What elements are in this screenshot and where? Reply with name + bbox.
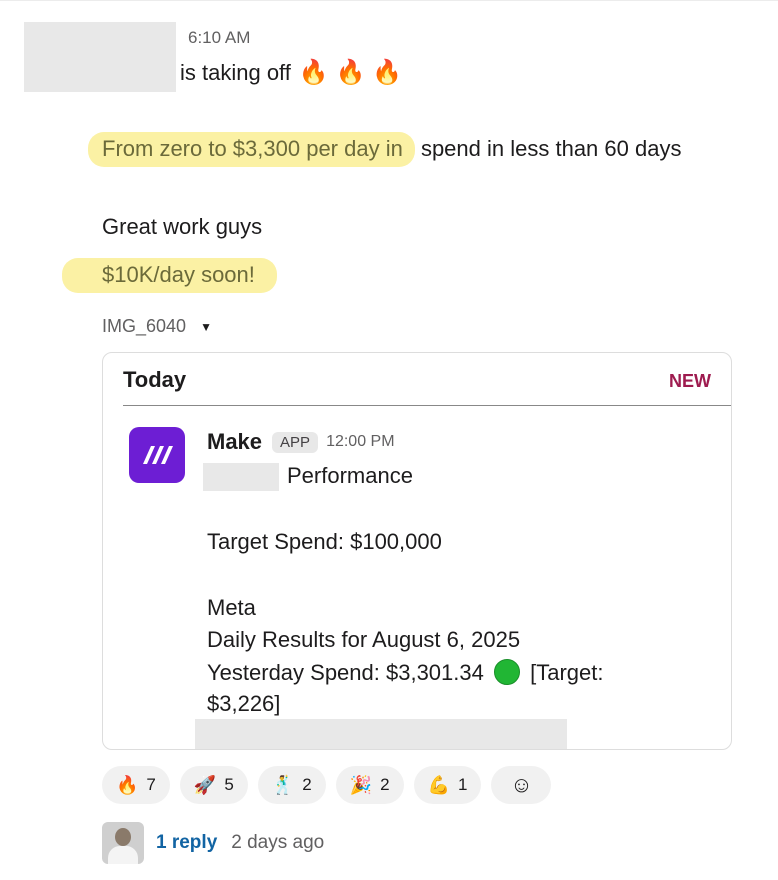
reaction-bar: 🔥 7 🚀 5 🕺 2 🎉 2 💪 1 ☺ <box>102 766 561 804</box>
sender-row: Make APP 12:00 PM <box>207 429 395 455</box>
target-spend: Target Spend: $100,000 <box>207 529 442 554</box>
highlighted-text: $10K/day soon! <box>62 258 277 293</box>
add-reaction-button[interactable]: ☺ <box>491 766 552 804</box>
reaction-count: 2 <box>380 775 390 794</box>
flexed-biceps-icon: 💪 <box>427 774 450 795</box>
attachment-filename: IMG_6040 <box>102 316 187 336</box>
message-line-1-text: is taking off <box>180 60 291 85</box>
message-line-2-rest: spend in less than 60 days <box>414 136 682 161</box>
app-badge: APP <box>272 431 319 453</box>
highlighted-text: From zero to $3,300 per day in <box>88 132 415 167</box>
avatar-head-shape <box>115 828 131 846</box>
rocket-icon: 🚀 <box>193 774 217 795</box>
card-divider <box>123 405 731 406</box>
yesterday-spend-line: Yesterday Spend: $3,301.34 [Target: <box>207 659 603 686</box>
target-prefix: [Target: <box>530 660 604 685</box>
message-line-4: $10K/day soon! <box>62 258 277 293</box>
attached-image[interactable]: Today NEW Make APP 12:00 PM Performance … <box>102 352 732 750</box>
reaction-dancer[interactable]: 🕺 2 <box>257 766 326 804</box>
make-logo-glyph <box>143 446 173 464</box>
platform-name: Meta <box>207 595 256 620</box>
message-time: 12:00 PM <box>326 433 395 450</box>
reply-avatar[interactable] <box>102 822 144 864</box>
reaction-muscle[interactable]: 💪 1 <box>413 766 482 804</box>
fire-emoji-icons: 🔥 🔥 🔥 <box>298 59 402 86</box>
reaction-count: 7 <box>146 775 156 794</box>
green-circle-icon <box>493 659 520 685</box>
avatar-body-shape <box>108 846 138 864</box>
add-reaction-icon: ☺ <box>510 772 533 797</box>
caret-down-icon: ▼ <box>200 319 212 334</box>
redacted-line <box>195 719 567 749</box>
fire-icon: 🔥 <box>116 774 139 795</box>
message-line-2: From zero to $3,300 per day in spend in … <box>88 132 682 167</box>
new-label: NEW <box>669 371 711 391</box>
reaction-count: 2 <box>302 775 312 794</box>
sender-name: Make <box>207 429 263 454</box>
reply-count-link[interactable]: 1 reply <box>156 832 217 854</box>
message-line-3: Great work guys <box>102 214 263 239</box>
message-timestamp[interactable]: 6:10 AM <box>188 28 250 48</box>
reaction-party[interactable]: 🎉 2 <box>335 766 404 804</box>
last-reply-time: 2 days ago <box>231 832 325 853</box>
redacted-author-avatar <box>24 22 176 92</box>
reaction-fire[interactable]: 🔥 7 <box>102 766 170 804</box>
party-popper-icon: 🎉 <box>349 774 373 795</box>
daily-results: Daily Results for August 6, 2025 <box>207 627 521 652</box>
performance-label: Performance <box>287 463 413 488</box>
reaction-count: 1 <box>457 775 468 794</box>
redacted-account-name <box>203 463 279 491</box>
make-logo-icon <box>129 427 185 483</box>
thread-replies: 1 reply 2 days ago <box>102 822 324 864</box>
card-day-header: Today <box>123 367 187 392</box>
dancer-icon: 🕺 <box>271 774 295 795</box>
target-value: $3,226] <box>207 691 281 716</box>
message-line-1: is taking off 🔥 🔥 🔥 <box>180 60 402 86</box>
yesterday-spend: Yesterday Spend: $3,301.34 <box>207 660 484 685</box>
reaction-count: 5 <box>224 775 234 794</box>
attachment-toggle[interactable]: IMG_6040 ▼ <box>102 316 212 337</box>
reaction-rocket[interactable]: 🚀 5 <box>179 766 248 804</box>
top-divider <box>0 0 778 1</box>
